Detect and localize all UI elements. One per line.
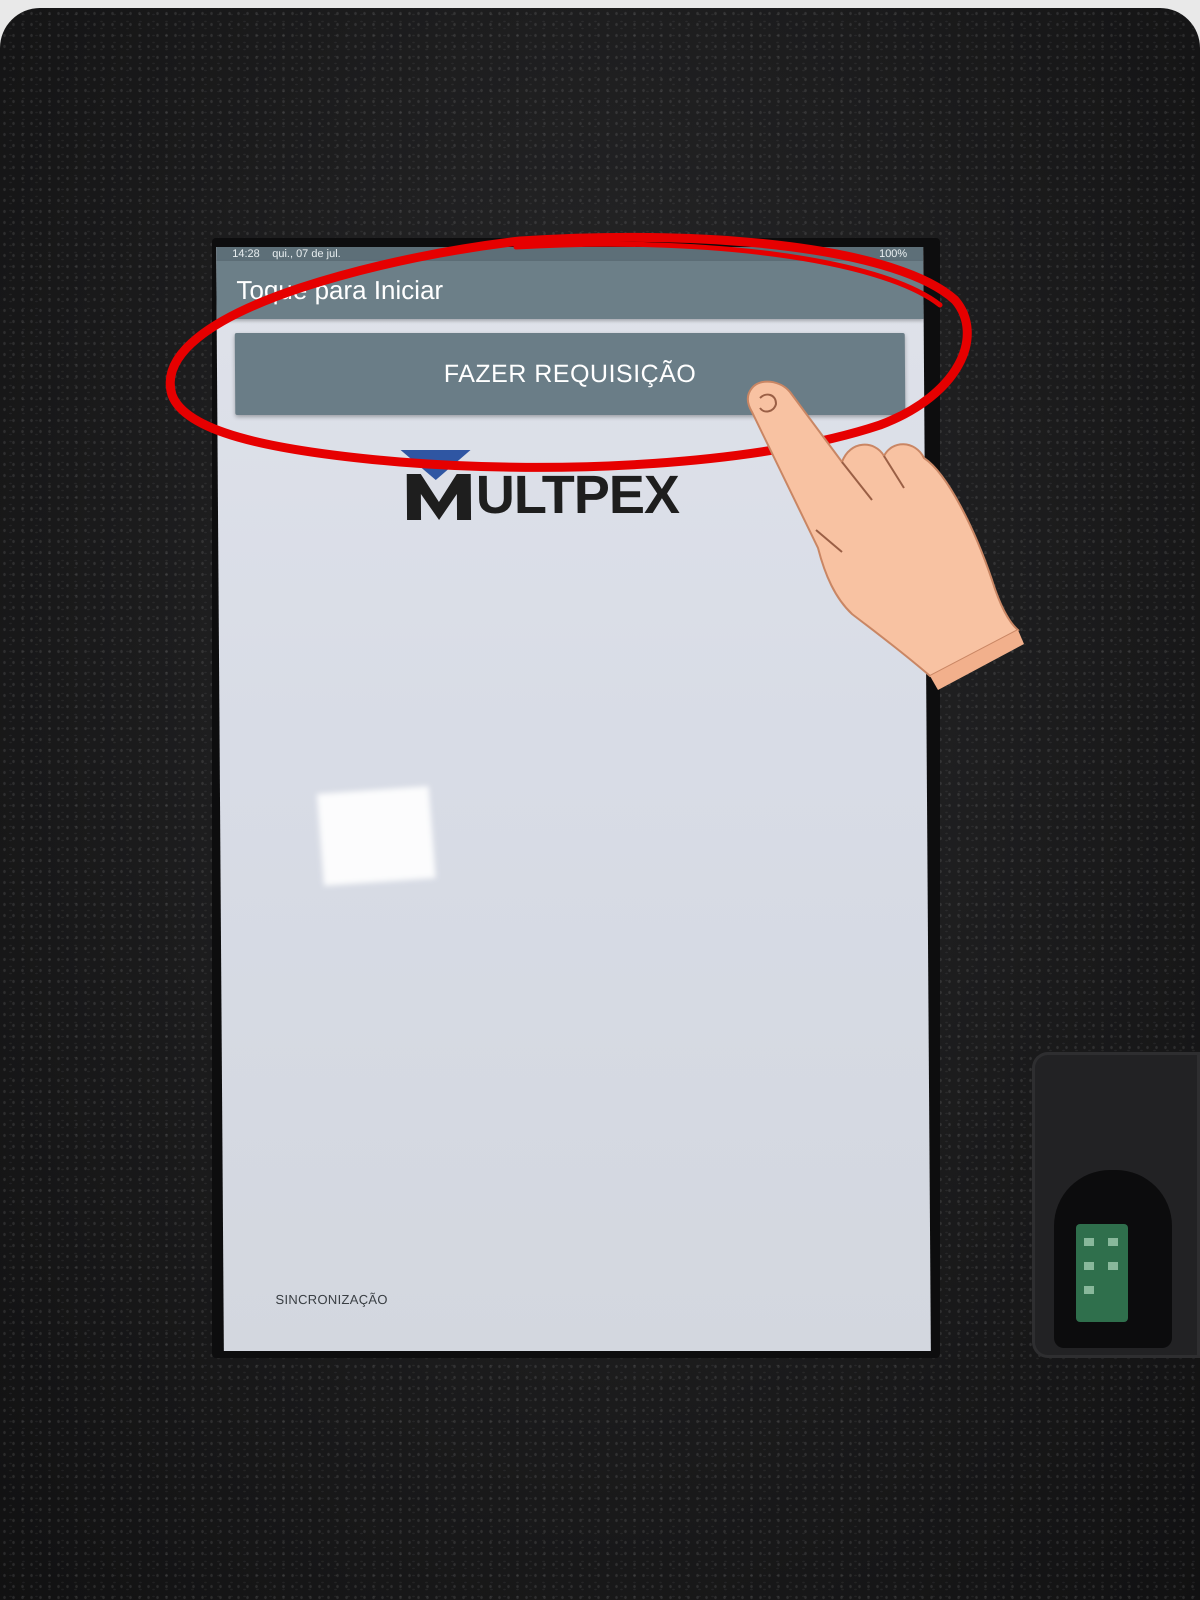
- fingerprint-reader: [1032, 1052, 1200, 1358]
- sync-link[interactable]: SINCRONIZAÇÃO: [275, 1292, 387, 1307]
- multpex-logo: ULTPEX: [400, 450, 732, 525]
- screen-glare: [316, 786, 436, 886]
- status-time: 14:28: [232, 248, 260, 260]
- app-bar: Toque para Iniciar: [216, 261, 924, 319]
- status-battery: 100%: [879, 248, 908, 260]
- status-bar: 14:28 qui., 07 de jul. 100%: [216, 247, 924, 261]
- status-date: qui., 07 de jul.: [272, 248, 341, 260]
- fingerprint-sensor-icon: [1076, 1224, 1128, 1322]
- make-request-button[interactable]: FAZER REQUISIÇÃO: [234, 333, 906, 415]
- tablet-screen: 14:28 qui., 07 de jul. 100% Toque para I…: [216, 247, 931, 1351]
- fingerprint-slot: [1054, 1170, 1172, 1348]
- logo-text: ULTPEX: [475, 465, 680, 525]
- app-title: Toque para Iniciar: [236, 275, 444, 305]
